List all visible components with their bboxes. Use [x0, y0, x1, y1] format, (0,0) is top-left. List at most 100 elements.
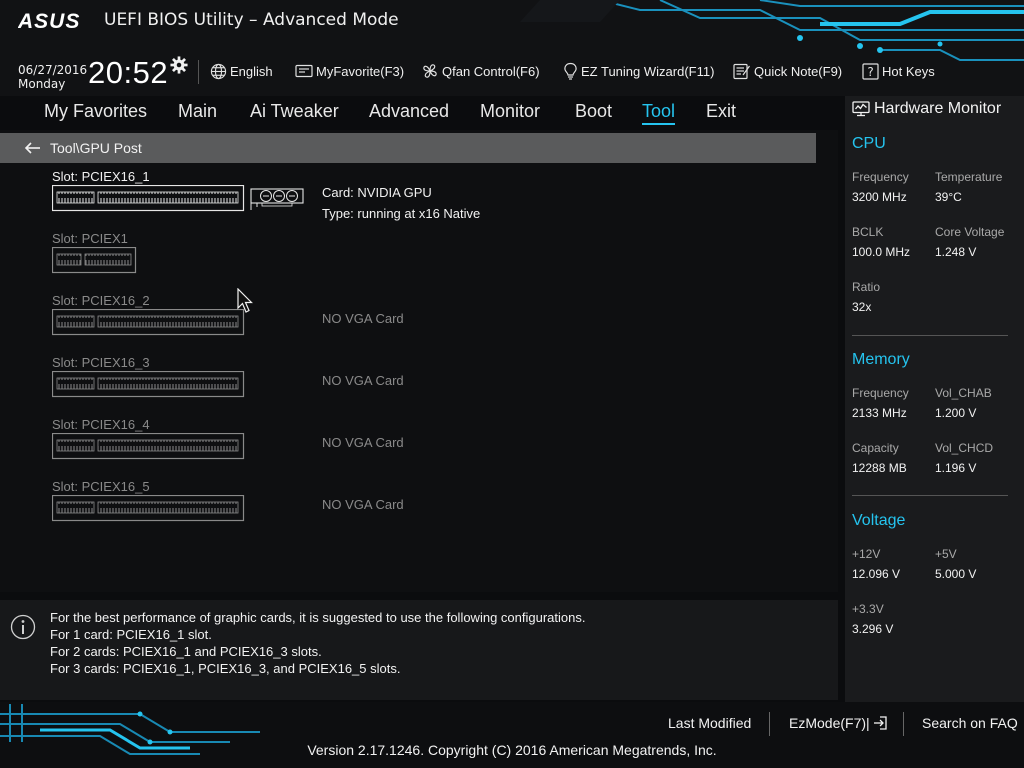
- footer-bar: Last Modified EzMode(F7)| Search on FAQ …: [0, 702, 1024, 768]
- main-panel: Tool\GPU Post Slot: PCIEX16_1 Card: NVID…: [0, 130, 838, 592]
- ez-tuning-wizard-button[interactable]: EZ Tuning Wizard(F11): [563, 61, 714, 81]
- back-arrow-icon[interactable]: [24, 141, 42, 155]
- hardware-monitor-title: Hardware Monitor: [874, 100, 1002, 117]
- pcie-x16-slot-graphic: [52, 495, 245, 522]
- capacity-label: Capacity: [852, 441, 899, 455]
- v12-value: 12.096 V: [852, 567, 901, 581]
- slot-label: Slot: PCIEX16_4: [52, 417, 150, 432]
- hardware-monitor-header: Hardware Monitor: [852, 100, 1001, 118]
- gear-icon[interactable]: [170, 56, 188, 74]
- monitor-icon: [852, 101, 870, 117]
- info-icon: [10, 614, 36, 640]
- tab-ai-tweaker[interactable]: Ai Tweaker: [250, 101, 339, 122]
- bclk-value: 100.0 MHz: [852, 245, 911, 259]
- v33-value: 3.296 V: [852, 622, 894, 636]
- tab-tool[interactable]: Tool: [642, 101, 676, 125]
- slot-pciex16-5[interactable]: Slot: PCIEX16_5 NO VGA Card: [52, 479, 812, 539]
- globe-icon: [210, 63, 227, 79]
- ez-mode-button[interactable]: EzMode(F7)|: [789, 715, 888, 731]
- slot-pciex1[interactable]: Slot: PCIEX1: [52, 231, 812, 291]
- header-bar: ASUS UEFI BIOS Utility – Advanced Mode 0…: [0, 0, 1024, 96]
- pcie-x1-slot-graphic: [52, 247, 137, 274]
- date-display: 06/27/2016: [18, 63, 88, 77]
- pcie-x16-slot-graphic: [52, 433, 245, 460]
- hot-keys-label: Hot Keys: [882, 63, 935, 79]
- tab-monitor[interactable]: Monitor: [480, 101, 540, 122]
- slot-label: Slot: PCIEX16_5: [52, 479, 150, 494]
- circuit-decoration: [0, 704, 260, 755]
- fan-icon: [423, 64, 437, 78]
- last-modified-label: Last Modified: [668, 715, 752, 731]
- favorite-icon: [295, 64, 313, 77]
- qfan-control-button[interactable]: Qfan Control(F6): [421, 61, 540, 81]
- ez-tuning-wizard-label: EZ Tuning Wizard(F11): [581, 63, 715, 79]
- v12-label: +12V: [852, 547, 881, 561]
- memory-frequency-label: Frequency: [852, 386, 909, 400]
- slot-status: NO VGA Card: [322, 311, 404, 326]
- app-title: UEFI BIOS Utility – Advanced Mode: [104, 10, 399, 30]
- pcie-x16-slot-graphic: [52, 309, 245, 336]
- footer-divider: [903, 712, 904, 736]
- vol-chcd-value: 1.196 V: [935, 461, 977, 475]
- cpu-frequency-label: Frequency: [852, 170, 909, 184]
- gpu-card-icon: [250, 188, 304, 210]
- breadcrumb: Tool\GPU Post: [50, 140, 142, 156]
- mouse-cursor-icon: [237, 288, 253, 313]
- cpu-temperature-value: 39°C: [935, 190, 962, 204]
- search-faq-label: Search on FAQ: [922, 715, 1018, 731]
- bclk-label: BCLK: [852, 225, 884, 239]
- info-line: For 1 card: PCIEX16_1 slot.: [50, 627, 212, 642]
- my-favorite-button[interactable]: MyFavorite(F3): [295, 61, 404, 81]
- tab-exit[interactable]: Exit: [706, 101, 736, 122]
- cpu-frequency-value: 3200 MHz: [852, 190, 907, 204]
- svg-text:ASUS: ASUS: [18, 10, 80, 33]
- cpu-temperature-label: Temperature: [935, 170, 1003, 184]
- lightbulb-icon: [564, 62, 577, 80]
- pcie-x16-slot-graphic: [52, 371, 245, 398]
- ratio-value: 32x: [852, 300, 872, 314]
- clock-display: 20:52: [88, 55, 169, 90]
- slot-label: Slot: PCIEX16_1: [52, 169, 150, 184]
- slot-pciex16-3[interactable]: Slot: PCIEX16_3 NO VGA Card: [52, 355, 812, 415]
- qfan-control-label: Qfan Control(F6): [442, 63, 540, 79]
- info-line: For 2 cards: PCIEX16_1 and PCIEX16_3 slo…: [50, 644, 322, 659]
- v5-label: +5V: [935, 547, 957, 561]
- slot-pciex16-4[interactable]: Slot: PCIEX16_4 NO VGA Card: [52, 417, 812, 477]
- core-voltage-value: 1.248 V: [935, 245, 977, 259]
- my-favorite-label: MyFavorite(F3): [316, 63, 405, 79]
- header-divider: [198, 60, 199, 84]
- slot-label: Slot: PCIEX1: [52, 231, 128, 246]
- core-voltage-label: Core Voltage: [935, 225, 1005, 239]
- vol-chab-label: Vol_CHAB: [935, 386, 992, 400]
- tab-my-favorites[interactable]: My Favorites: [44, 101, 147, 122]
- quick-note-button[interactable]: Quick Note(F9): [733, 61, 842, 81]
- tab-boot[interactable]: Boot: [575, 101, 612, 122]
- info-line: For 3 cards: PCIEX16_1, PCIEX16_3, and P…: [50, 661, 401, 676]
- info-box: For the best performance of graphic card…: [0, 600, 838, 700]
- hot-keys-button[interactable]: ? Hot Keys: [862, 61, 935, 81]
- footer-divider: [769, 712, 770, 736]
- section-divider: [852, 335, 1008, 336]
- tab-advanced[interactable]: Advanced: [369, 101, 449, 122]
- slot-label: Slot: PCIEX16_3: [52, 355, 150, 370]
- card-name: Card: NVIDIA GPU: [322, 185, 432, 200]
- info-line: For the best performance of graphic card…: [50, 610, 586, 625]
- last-modified-button[interactable]: Last Modified: [668, 715, 751, 731]
- slot-status: NO VGA Card: [322, 435, 404, 450]
- svg-text:?: ?: [867, 65, 873, 79]
- slot-pciex16-2[interactable]: Slot: PCIEX16_2 NO VGA Card: [52, 293, 812, 353]
- pcie-x16-slot-graphic: [52, 185, 304, 212]
- vol-chab-value: 1.200 V: [935, 406, 977, 420]
- search-faq-button[interactable]: Search on FAQ: [922, 715, 1018, 731]
- slot-pciex16-1[interactable]: Slot: PCIEX16_1 Card: NVIDIA GPU Type: r…: [52, 169, 812, 229]
- weekday-display: Monday: [18, 77, 66, 91]
- exit-arrow-icon: [873, 716, 887, 730]
- breadcrumb-bar[interactable]: Tool\GPU Post: [0, 133, 816, 163]
- v33-label: +3.3V: [852, 602, 884, 616]
- language-button[interactable]: English: [210, 61, 273, 81]
- slot-status: NO VGA Card: [322, 373, 404, 388]
- tab-main[interactable]: Main: [178, 101, 217, 122]
- version-copyright: Version 2.17.1246. Copyright (C) 2016 Am…: [307, 742, 717, 758]
- voltage-heading: Voltage: [852, 512, 906, 529]
- main-nav: My Favorites Main Ai Tweaker Advanced Mo…: [0, 96, 840, 130]
